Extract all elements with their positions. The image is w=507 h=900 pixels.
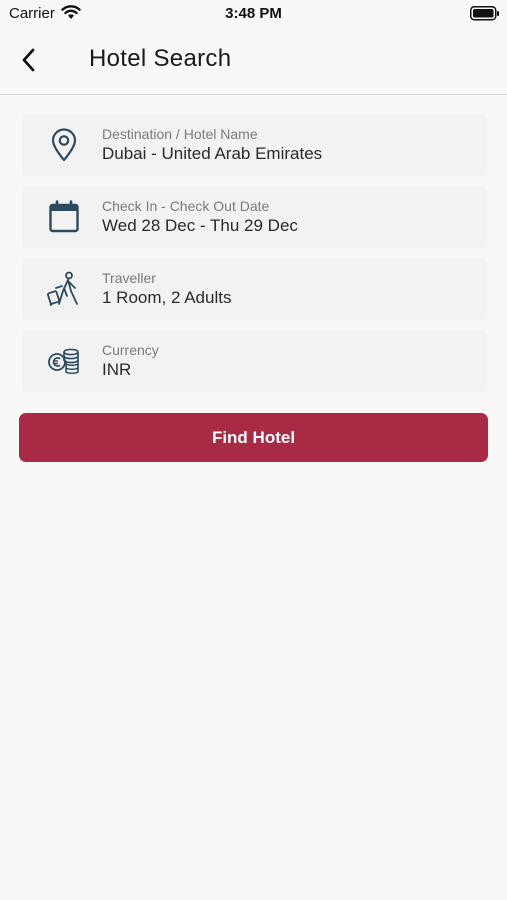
destination-field[interactable]: Destination / Hotel Name Dubai - United … <box>22 114 487 176</box>
chevron-left-icon <box>22 48 35 72</box>
calendar-icon <box>46 199 82 235</box>
currency-field[interactable]: Currency INR <box>22 330 487 392</box>
check-in-out-date-field[interactable]: Check In - Check Out Date Wed 28 Dec - T… <box>22 186 487 248</box>
date-label: Check In - Check Out Date <box>102 198 270 214</box>
location-pin-icon <box>46 127 82 163</box>
traveller-value: 1 Room, 2 Adults <box>102 288 232 307</box>
currency-label: Currency <box>102 342 159 358</box>
traveller-label: Traveller <box>102 270 156 286</box>
traveller-field[interactable]: Traveller 1 Room, 2 Adults <box>22 258 487 320</box>
battery-icon <box>470 6 500 26</box>
nav-bar: Hotel Search <box>0 28 507 95</box>
traveller-luggage-icon <box>46 271 82 307</box>
currency-value: INR <box>102 360 132 379</box>
destination-label: Destination / Hotel Name <box>102 126 258 142</box>
status-bar: Carrier 3:48 PM <box>0 0 507 28</box>
page-title: Hotel Search <box>89 45 232 72</box>
back-button[interactable] <box>12 44 44 76</box>
currency-coins-icon <box>46 343 82 379</box>
destination-value: Dubai - United Arab Emirates <box>102 144 323 163</box>
date-value: Wed 28 Dec - Thu 29 Dec <box>102 216 298 235</box>
status-time: 3:48 PM <box>225 5 282 22</box>
find-hotel-button[interactable]: Find Hotel <box>19 413 488 462</box>
